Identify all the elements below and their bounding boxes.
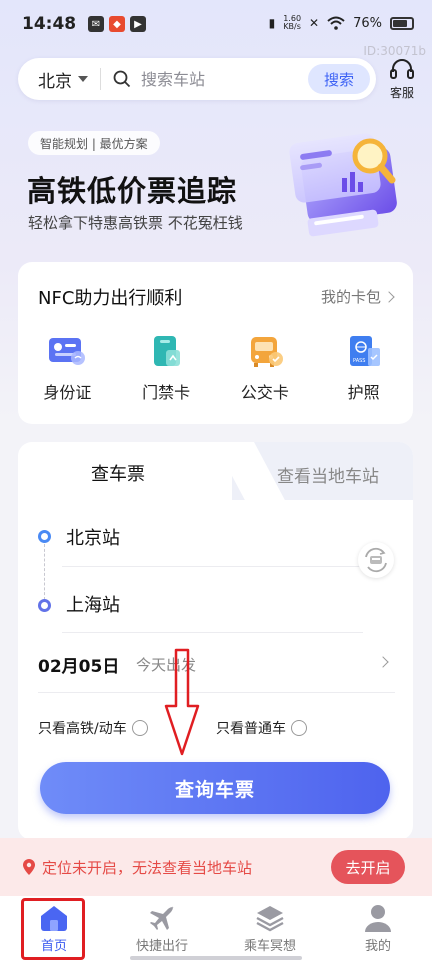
caret-down-icon[interactable] [78,76,88,82]
airplane-icon [150,906,174,930]
radio-normal[interactable] [291,720,307,736]
to-station-dot [38,599,51,612]
tab-local-stations[interactable]: 查看当地车站 [248,462,408,487]
nfc-title: NFC助力出行顺利 [38,288,183,309]
chevron-right-icon [383,290,395,303]
from-station-dot [38,530,51,543]
net-speed: 1.60 KB/s [283,15,301,31]
annotation-arrow-icon [164,648,200,756]
option-hsr-only[interactable]: 只看高铁/动车 [38,718,148,738]
banner-subtitle: 轻松拿下特惠高铁票 不花冤枉钱 [28,214,243,232]
nfc-item-id-card[interactable]: 身份证 [18,334,117,403]
swap-train-icon [365,547,387,573]
search-bar: 北京 搜索 [18,58,376,100]
id-card-icon [49,338,86,365]
nav-label: 我的 [364,939,391,954]
departure-date[interactable]: 02月05日 [38,652,119,677]
gesture-bar [130,956,302,960]
tab-search-tickets[interactable]: 查车票 [18,460,218,486]
divider [100,68,101,90]
user-icon [365,905,391,932]
sim-icon: ✕ [309,16,320,30]
search-icon [113,70,131,88]
ticket-search-card: 查车票 查看当地车站 北京站 上海站 02月05日 今天出发 只看高铁/动车 只… [18,442,413,840]
divider [38,692,395,693]
city-selector[interactable]: 北京 [38,67,72,92]
search-input[interactable] [141,69,291,89]
banner-title[interactable]: 高铁低价票追踪 [27,168,237,210]
nfc-item-label: 公交卡 [240,383,289,402]
wifi-icon [327,16,345,30]
option-normal-label: 只看普通车 [216,721,286,737]
bus-card-icon [250,337,283,367]
swap-stations-button[interactable] [358,542,394,578]
notification-icons: ✉ ◆ ▶ [88,16,146,32]
nfc-item-label: 门禁卡 [142,383,191,402]
my-wallet-label: 我的卡包 [320,288,381,306]
location-notice-text: 定位未开启，无法查看当地车站 [42,859,253,877]
my-wallet-link[interactable]: 我的卡包 [320,286,395,307]
route-line [44,544,45,600]
ticket-tracker-illustration-icon [289,133,397,237]
watermark: ID:30071b [363,44,426,58]
option-hsr-label: 只看高铁/动车 [38,721,127,737]
location-notice: 定位未开启，无法查看当地车站 去开启 [0,838,432,896]
status-bar: 14:48 ✉ ◆ ▶ ▮ 1.60 KB/s ✕ 76% [0,0,432,50]
from-station[interactable]: 北京站 [66,524,120,550]
chevron-right-icon[interactable] [377,656,389,668]
access-card-icon [154,336,181,366]
battery-icon [390,16,414,30]
nav-label: 快捷出行 [135,939,188,954]
customer-service-button[interactable]: 客服 [384,58,420,101]
passport-icon: PASS [349,336,380,366]
headset-icon [390,59,414,79]
nav-quick-travel[interactable]: 快捷出行 [108,896,216,964]
nfc-item-passport[interactable]: PASS 护照 [314,334,413,403]
status-right: ▮ 1.60 KB/s ✕ 76% [269,15,414,31]
nav-meditation[interactable]: 乘车冥想 [216,896,324,964]
nfc-card: NFC助力出行顺利 我的卡包 身份证 门禁卡 公交卡 PASS 护照 [18,262,413,424]
customer-service-label: 客服 [389,86,414,100]
net-speed-unit: KB/s [283,22,301,31]
location-pin-icon [23,859,35,875]
search-button[interactable]: 搜索 [308,64,370,94]
nav-profile[interactable]: 我的 [324,896,432,964]
nfc-item-bus-card[interactable]: 公交卡 [216,334,315,403]
divider [62,566,363,567]
svg-text:PASS: PASS [353,358,365,364]
layers-icon [256,906,284,932]
to-station[interactable]: 上海站 [66,591,120,617]
query-tickets-button[interactable]: 查询车票 [40,762,390,814]
app-notification-icon: ◆ [109,16,125,32]
play-notification-icon: ▶ [130,16,146,32]
option-normal-only[interactable]: 只看普通车 [216,718,307,738]
nav-label: 乘车冥想 [243,939,296,954]
banner-chip: 智能规划 | 最优方案 [28,131,160,155]
nfc-item-label: 护照 [347,383,380,402]
status-time: 14:48 [22,14,77,34]
nfc-item-access-card[interactable]: 门禁卡 [117,334,216,403]
battery-text: 76% [353,15,382,31]
mail-notification-icon: ✉ [88,16,104,32]
enable-location-button[interactable]: 去开启 [331,850,405,884]
nfc-item-label: 身份证 [43,383,92,402]
divider [62,632,363,633]
radio-hsr[interactable] [131,720,148,736]
annotation-highlight-box [21,898,85,960]
vibrate-icon: ▮ [268,16,276,30]
